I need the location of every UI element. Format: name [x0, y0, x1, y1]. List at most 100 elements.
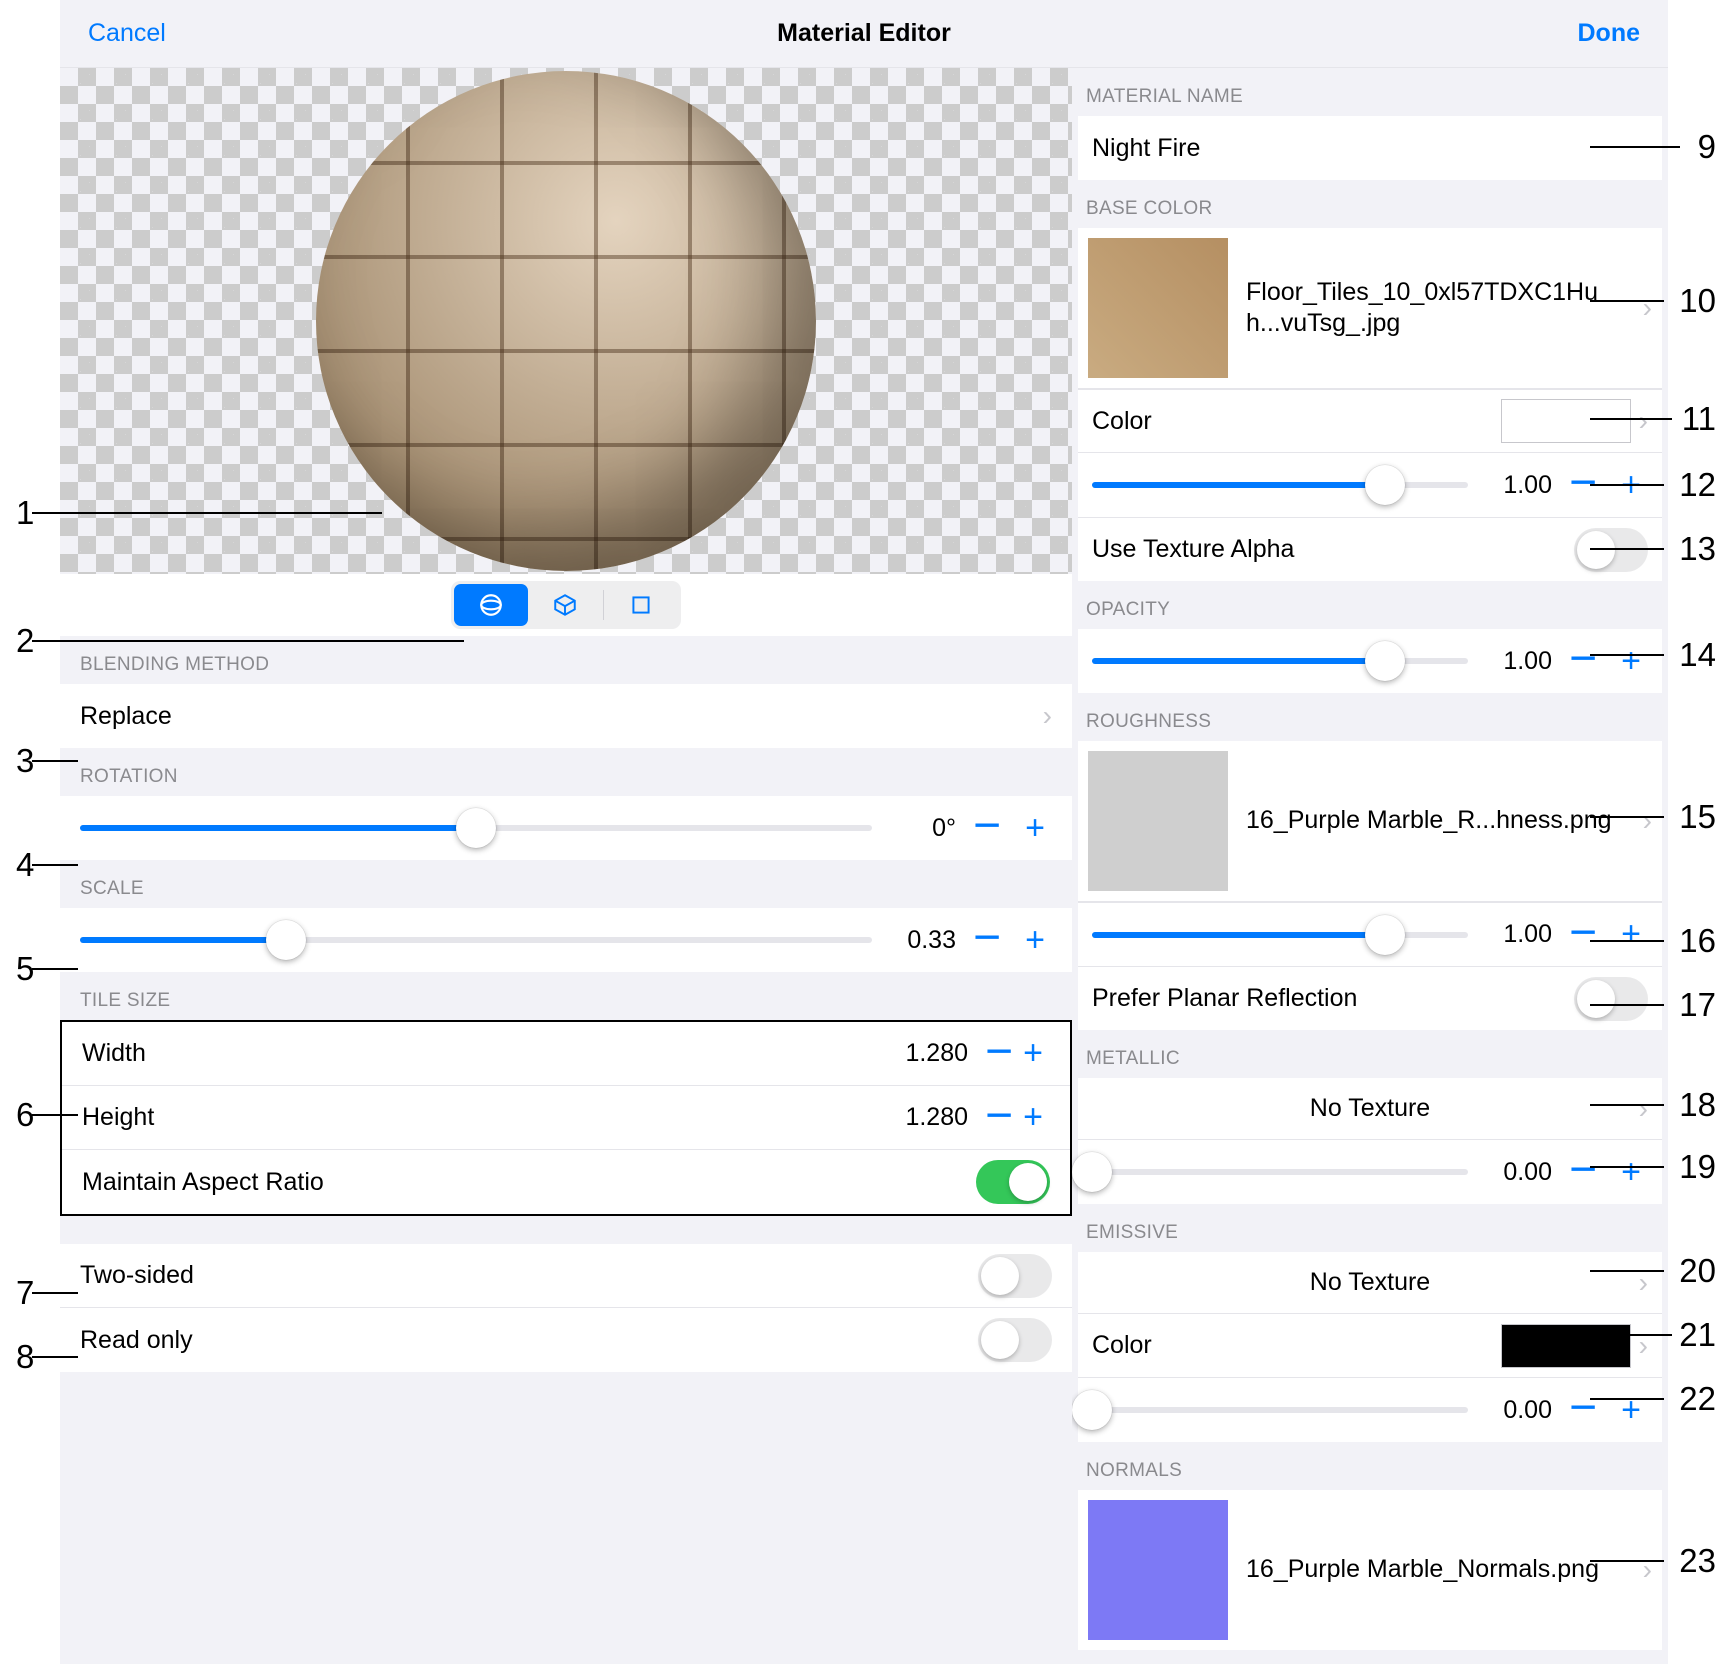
opacity-value: 1.00: [1482, 647, 1552, 676]
blending-method-row[interactable]: Replace ›: [60, 684, 1072, 748]
tile-height-decrement[interactable]: −: [982, 1111, 1016, 1121]
preview-plane-button[interactable]: [604, 584, 678, 626]
rotation-row: 0° − +: [60, 796, 1072, 860]
read-only-toggle[interactable]: [978, 1318, 1052, 1362]
sphere-icon: [478, 592, 504, 618]
roughness-decrement[interactable]: −: [1566, 928, 1600, 938]
tile-size-group: Width 1.280 − + Height 1.280 − + Maintai…: [60, 1020, 1072, 1216]
read-only-row: Read only: [60, 1308, 1072, 1372]
tile-width-increment[interactable]: +: [1016, 1034, 1050, 1073]
page-title: Material Editor: [777, 19, 951, 48]
two-sided-toggle[interactable]: [978, 1254, 1052, 1298]
preview-mode-segment[interactable]: [451, 581, 681, 629]
emissive-value: 0.00: [1482, 1396, 1552, 1425]
emissive-swatch[interactable]: [1501, 1324, 1631, 1368]
callout-16: 16: [1679, 922, 1716, 960]
scale-slider[interactable]: [80, 937, 872, 943]
scale-value: 0.33: [886, 926, 956, 955]
callout-11: 11: [1682, 400, 1716, 438]
basecolor-color-row[interactable]: Color ›: [1078, 389, 1662, 453]
roughness-texture-name: 16_Purple Marble_R...hness.png: [1246, 805, 1625, 836]
tile-height-row: Height 1.280 − +: [62, 1086, 1070, 1150]
section-normals: NORMALS: [1072, 1442, 1668, 1490]
callout-17: 17: [1679, 986, 1716, 1024]
preview-3d[interactable]: [60, 68, 1072, 574]
preview-sphere-button[interactable]: [454, 584, 528, 626]
emissive-slider-row: 0.00 − +: [1078, 1378, 1662, 1442]
material-name-value: Night Fire: [1092, 134, 1648, 163]
emissive-decrement[interactable]: −: [1566, 1403, 1600, 1413]
basecolor-swatch[interactable]: [1501, 399, 1631, 443]
callout-9: 9: [1698, 128, 1716, 166]
tile-width-value: 1.280: [898, 1039, 968, 1068]
opacity-increment[interactable]: +: [1614, 642, 1648, 681]
tile-width-decrement[interactable]: −: [982, 1047, 1016, 1057]
emissive-color-row[interactable]: Color ›: [1078, 1314, 1662, 1378]
roughness-thumb: [1088, 751, 1228, 891]
done-button[interactable]: Done: [1578, 19, 1641, 48]
basecolor-alpha-label: Use Texture Alpha: [1092, 535, 1574, 564]
rotation-value: 0°: [886, 814, 956, 843]
rotation-slider[interactable]: [80, 825, 872, 831]
tile-aspect-row: Maintain Aspect Ratio: [62, 1150, 1070, 1214]
metallic-slider[interactable]: [1092, 1169, 1468, 1175]
tile-aspect-label: Maintain Aspect Ratio: [82, 1168, 976, 1197]
read-only-label: Read only: [80, 1326, 978, 1355]
callout-10: 10: [1679, 282, 1716, 320]
callout-23: 23: [1679, 1542, 1716, 1580]
roughness-texture-row[interactable]: 16_Purple Marble_R...hness.png ›: [1078, 741, 1662, 902]
chevron-right-icon: ›: [1639, 1093, 1648, 1125]
opacity-slider-row: 1.00 − +: [1078, 629, 1662, 693]
metallic-slider-row: 0.00 − +: [1078, 1140, 1662, 1204]
basecolor-texture-row[interactable]: Floor_Tiles_10_0xl57TDXC1Huh...vuTsg_.jp…: [1078, 228, 1662, 389]
callout-15: 15: [1679, 798, 1716, 836]
basecolor-slider[interactable]: [1092, 482, 1468, 488]
callout-21: 21: [1679, 1316, 1716, 1354]
emissive-increment[interactable]: +: [1614, 1391, 1648, 1430]
two-sided-row: Two-sided: [60, 1244, 1072, 1308]
rotation-increment[interactable]: +: [1018, 809, 1052, 848]
emissive-color-label: Color: [1092, 1331, 1501, 1360]
preview-cube-button[interactable]: [528, 584, 602, 626]
metallic-texture-row[interactable]: No Texture ›: [1078, 1078, 1662, 1140]
roughness-planar-toggle[interactable]: [1574, 977, 1648, 1021]
chevron-right-icon: ›: [1643, 292, 1652, 324]
callout-13: 13: [1679, 530, 1716, 568]
callout-4: 4: [16, 846, 34, 884]
section-matname: MATERIAL NAME: [1072, 68, 1668, 116]
opacity-slider[interactable]: [1092, 658, 1468, 664]
roughness-slider-row: 1.00 − +: [1078, 902, 1662, 966]
roughness-increment[interactable]: +: [1614, 915, 1648, 954]
callout-3: 3: [16, 742, 34, 780]
material-name-row[interactable]: Night Fire: [1078, 116, 1662, 180]
callout-6: 6: [16, 1096, 34, 1134]
callout-1: 1: [16, 494, 34, 532]
normals-texture-name: 16_Purple Marble_Normals.png: [1246, 1554, 1625, 1585]
tile-width-label: Width: [82, 1039, 898, 1068]
basecolor-texture-name: Floor_Tiles_10_0xl57TDXC1Huh...vuTsg_.jp…: [1246, 277, 1625, 340]
rotation-decrement[interactable]: −: [970, 821, 1004, 831]
section-emissive: EMISSIVE: [1072, 1204, 1668, 1252]
scale-row: 0.33 − +: [60, 908, 1072, 972]
scale-increment[interactable]: +: [1018, 921, 1052, 960]
callout-12: 12: [1679, 466, 1716, 504]
tile-height-increment[interactable]: +: [1016, 1098, 1050, 1137]
tile-height-label: Height: [82, 1103, 898, 1132]
metallic-value: 0.00: [1482, 1158, 1552, 1187]
metallic-increment[interactable]: +: [1614, 1153, 1648, 1192]
tile-width-row: Width 1.280 − +: [62, 1022, 1070, 1086]
section-opacity: OPACITY: [1072, 581, 1668, 629]
scale-decrement[interactable]: −: [970, 933, 1004, 943]
chevron-right-icon: ›: [1043, 700, 1052, 732]
roughness-slider[interactable]: [1092, 932, 1468, 938]
emissive-texture-row[interactable]: No Texture ›: [1078, 1252, 1662, 1314]
basecolor-decrement[interactable]: −: [1566, 478, 1600, 488]
callout-5: 5: [16, 950, 34, 988]
callout-19: 19: [1679, 1148, 1716, 1186]
emissive-slider[interactable]: [1092, 1407, 1468, 1413]
cancel-button[interactable]: Cancel: [88, 19, 166, 48]
tile-aspect-toggle[interactable]: [976, 1160, 1050, 1204]
section-scale: SCALE: [60, 860, 1072, 908]
blending-method-value: Replace: [80, 702, 1043, 731]
normals-texture-row[interactable]: 16_Purple Marble_Normals.png ›: [1078, 1490, 1662, 1650]
